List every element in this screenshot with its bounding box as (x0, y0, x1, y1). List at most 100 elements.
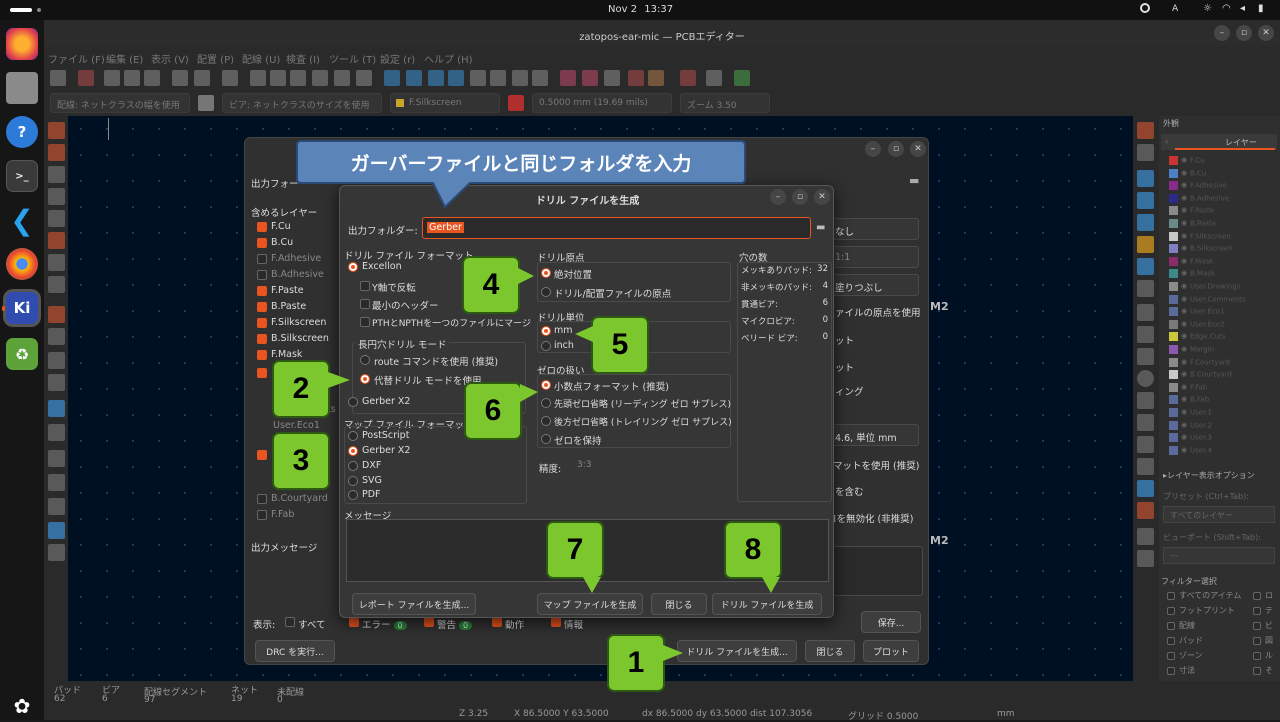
visibility-eye-icon[interactable]: ◉ (1181, 345, 1187, 353)
generate-drill-files-button[interactable]: ドリル ファイルを生成... (677, 640, 797, 662)
dimension-icon[interactable] (1137, 480, 1154, 497)
merge-pth-checkbox[interactable] (360, 317, 370, 327)
map-gerber-x2-radio[interactable] (348, 446, 358, 456)
filter-item-2-checkbox[interactable] (1253, 667, 1261, 675)
mirror-y-checkbox[interactable] (360, 281, 370, 291)
layer-row[interactable]: ◉ B.Paste (1169, 219, 1275, 231)
plot-folder-icon[interactable]: ▬ (909, 174, 919, 187)
undo-icon[interactable] (172, 70, 188, 86)
layer-row[interactable]: ◉ User.1 (1169, 408, 1275, 420)
zone-add-icon[interactable] (1137, 258, 1154, 275)
zoom-objects-icon[interactable] (334, 70, 350, 86)
lock-icon[interactable] (512, 70, 528, 86)
menu-inspect[interactable]: 検査 (I) (286, 51, 320, 66)
menu-preferences[interactable]: 設定 (r) (380, 51, 415, 66)
visibility-eye-icon[interactable]: ◉ (1181, 269, 1187, 277)
menu-place[interactable]: 配置 (P) (197, 51, 234, 66)
menu-help[interactable]: ヘルプ (H) (424, 51, 473, 66)
track-outline-icon[interactable] (48, 374, 65, 391)
maximize-icon[interactable]: ▫ (1236, 25, 1252, 41)
image-icon[interactable] (1137, 414, 1154, 431)
plot-layer-checkbox-partial-2[interactable] (257, 450, 267, 460)
text-icon[interactable] (1137, 436, 1154, 453)
layer-row[interactable]: ◉ F.Silkscreen (1169, 231, 1275, 244)
visibility-eye-icon[interactable]: ◉ (1181, 219, 1187, 227)
layer-row[interactable]: ◉ B.Silkscreen (1169, 244, 1275, 256)
footprint-browser-icon[interactable] (604, 70, 620, 86)
layer-row[interactable]: ◉ User.4 (1169, 445, 1275, 458)
contrast-mode-icon[interactable] (48, 522, 65, 539)
visibility-eye-icon[interactable]: ◉ (1181, 181, 1187, 189)
layer-pair-icon[interactable] (508, 95, 524, 111)
layer-select[interactable]: F.Silkscreen (390, 93, 500, 113)
curved-ratsnest-icon[interactable] (48, 328, 65, 345)
drill-maximize-icon[interactable]: ▫ (792, 189, 808, 205)
sync-icon[interactable] (1140, 3, 1150, 13)
update-pcb-icon[interactable] (648, 70, 664, 86)
visibility-eye-icon[interactable]: ◉ (1181, 370, 1187, 378)
visibility-eye-icon[interactable]: ◉ (1181, 206, 1187, 214)
grid-toggle-icon[interactable] (48, 122, 65, 139)
layer-row[interactable]: ◉ F.Paste (1169, 206, 1275, 218)
filter-all-checkbox[interactable] (285, 617, 295, 627)
layer-row[interactable]: ◉ Edge.Cuts (1169, 332, 1275, 344)
unit-mm-radio[interactable] (541, 326, 551, 336)
page-settings-icon[interactable] (104, 70, 120, 86)
circle-icon[interactable] (1137, 370, 1154, 387)
layer-row[interactable]: ◉ User.Drawings (1169, 282, 1275, 294)
arc-icon[interactable] (1137, 326, 1154, 343)
vscode-icon[interactable]: ❮ (6, 204, 38, 237)
filter-actions-checkbox[interactable] (492, 617, 502, 627)
filter-warnings-checkbox[interactable] (424, 617, 434, 627)
layer-row[interactable]: ◉ F.Cu (1169, 156, 1275, 168)
visibility-eye-icon[interactable]: ◉ (1181, 358, 1187, 366)
visibility-eye-icon[interactable]: ◉ (1181, 194, 1187, 202)
auto-width-icon[interactable] (198, 95, 214, 111)
drc-icon[interactable] (628, 70, 644, 86)
filter-item-2-checkbox[interactable] (1253, 622, 1261, 630)
rule-area-icon[interactable] (1137, 280, 1154, 297)
map-pdf-radio[interactable] (348, 490, 358, 500)
plot-minimize-icon[interactable]: – (865, 141, 881, 157)
line-icon[interactable] (1137, 304, 1154, 321)
visibility-eye-icon[interactable]: ◉ (1181, 383, 1187, 391)
brightness-icon[interactable]: ☼ (1203, 3, 1212, 14)
oval-route-radio[interactable] (360, 355, 370, 365)
layer-row[interactable]: ◉ F.Mask (1169, 256, 1275, 269)
trash-icon[interactable]: ♻ (6, 338, 38, 370)
filter-item-2-checkbox[interactable] (1253, 652, 1261, 660)
zoom-in-icon[interactable] (270, 70, 286, 86)
layer-row[interactable]: ◉ User.Eco1 (1169, 307, 1275, 319)
layer-row[interactable]: ◉ User.3 (1169, 433, 1275, 445)
help-icon[interactable]: ? (6, 116, 38, 148)
menu-file[interactable]: ファイル (F) (48, 51, 105, 66)
menu-view[interactable]: 表示 (V) (151, 51, 189, 66)
via-outline-icon[interactable] (48, 474, 65, 491)
unlock-icon[interactable] (532, 70, 548, 86)
plot-save-button[interactable]: 保存... (861, 611, 921, 633)
files-icon[interactable] (6, 72, 38, 104)
drill-close-button[interactable]: 閉じる (651, 593, 707, 615)
activities-indicator[interactable] (10, 8, 32, 12)
plot-layer-checkbox[interactable] (257, 286, 267, 296)
visibility-eye-icon[interactable]: ◉ (1181, 156, 1187, 164)
generate-drill-button[interactable]: ドリル ファイルを生成 (712, 593, 822, 615)
oval-alt-radio[interactable] (360, 374, 370, 384)
route-track-icon[interactable] (1137, 192, 1154, 209)
mm-units-icon[interactable] (48, 232, 65, 249)
plot-close-button[interactable]: 閉じる (805, 640, 855, 662)
layer-row[interactable]: ◉ B.Adhesive (1169, 193, 1275, 206)
map-svg-radio[interactable] (348, 476, 358, 486)
filter-item-checkbox[interactable] (1167, 622, 1175, 630)
highlight-net-icon[interactable] (1137, 144, 1154, 161)
layer-row[interactable]: ◉ Margin (1169, 345, 1275, 357)
redo-icon[interactable] (194, 70, 210, 86)
tab-layers[interactable]: レイヤー (1225, 137, 1257, 148)
graphic-outline-icon[interactable] (48, 498, 65, 515)
visibility-eye-icon[interactable]: ◉ (1181, 295, 1187, 303)
filter-info-checkbox[interactable] (551, 617, 561, 627)
generate-report-button[interactable]: レポート ファイルを生成... (352, 593, 476, 615)
via-add-icon[interactable] (1137, 236, 1154, 253)
rotate-ccw-icon[interactable] (384, 70, 400, 86)
filter-item-checkbox[interactable] (1167, 592, 1175, 600)
